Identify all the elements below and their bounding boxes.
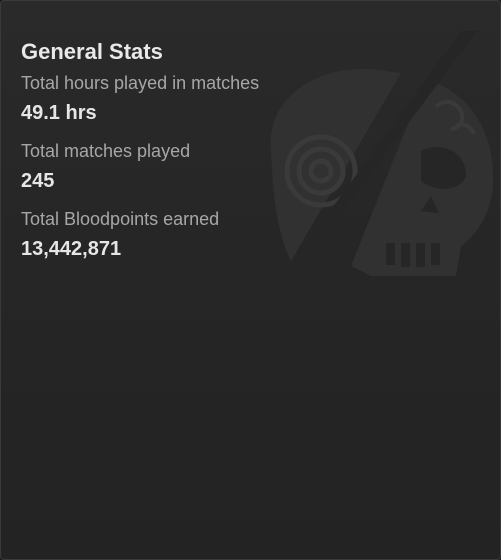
stat-label: Total Bloodpoints earned (21, 209, 220, 229)
stat-matches-played: Total matches played 245 (21, 139, 480, 195)
stat-hours-played: Total hours played in matches 49.1 hrs (21, 71, 480, 127)
stat-value: 49.1 hrs (21, 102, 97, 124)
stat-label: Total matches played (21, 141, 191, 161)
stat-bloodpoints-earned: Total Bloodpoints earned 13,442,871 (21, 207, 480, 263)
card-title: General Stats (21, 39, 163, 64)
stats-content: General Stats Total hours played in matc… (21, 39, 480, 275)
stat-value: 13,442,871 (21, 238, 122, 260)
stat-label: Total hours played in matches (21, 73, 260, 93)
general-stats-card: General Stats Total hours played in matc… (0, 0, 501, 560)
stat-value: 245 (21, 170, 55, 192)
